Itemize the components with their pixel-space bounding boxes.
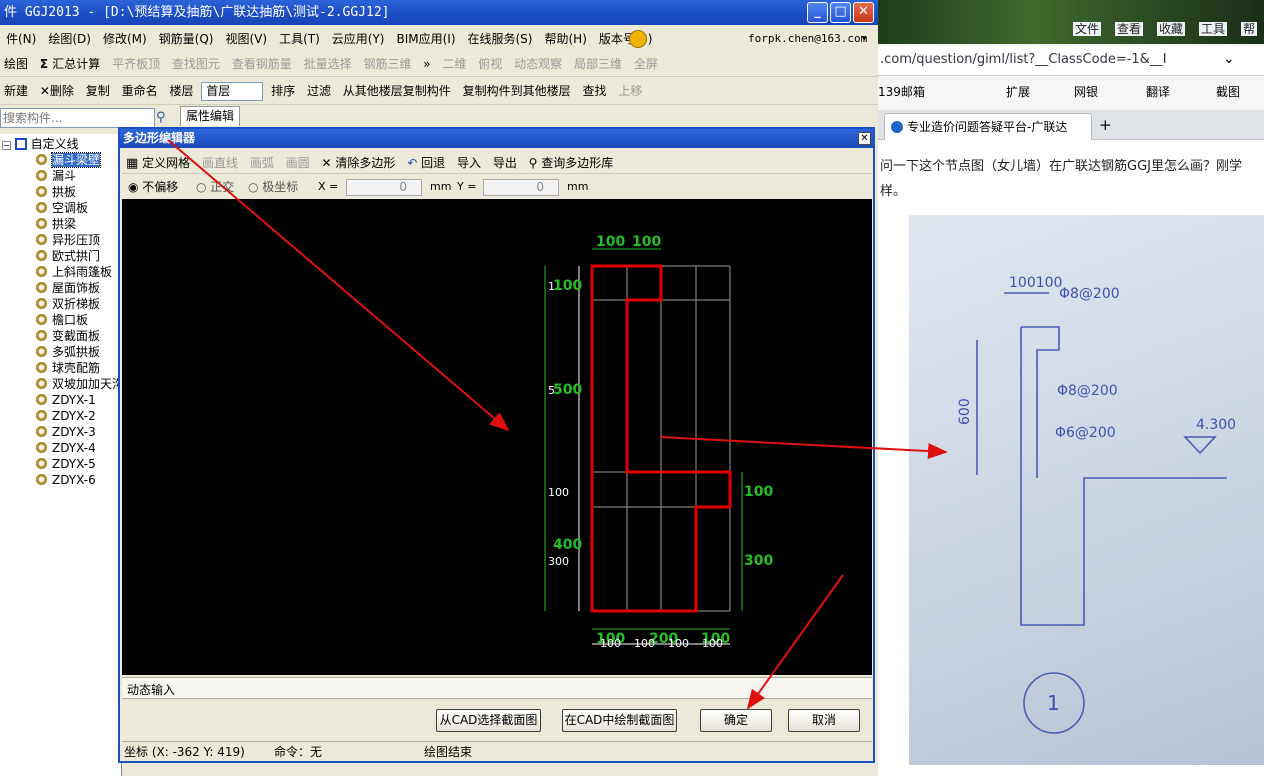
arrow-to-ok: [746, 574, 844, 710]
annotation-arrows: [167, 139, 948, 710]
arrow-to-editor: [167, 139, 510, 432]
arrow-to-sketch: [659, 436, 948, 460]
